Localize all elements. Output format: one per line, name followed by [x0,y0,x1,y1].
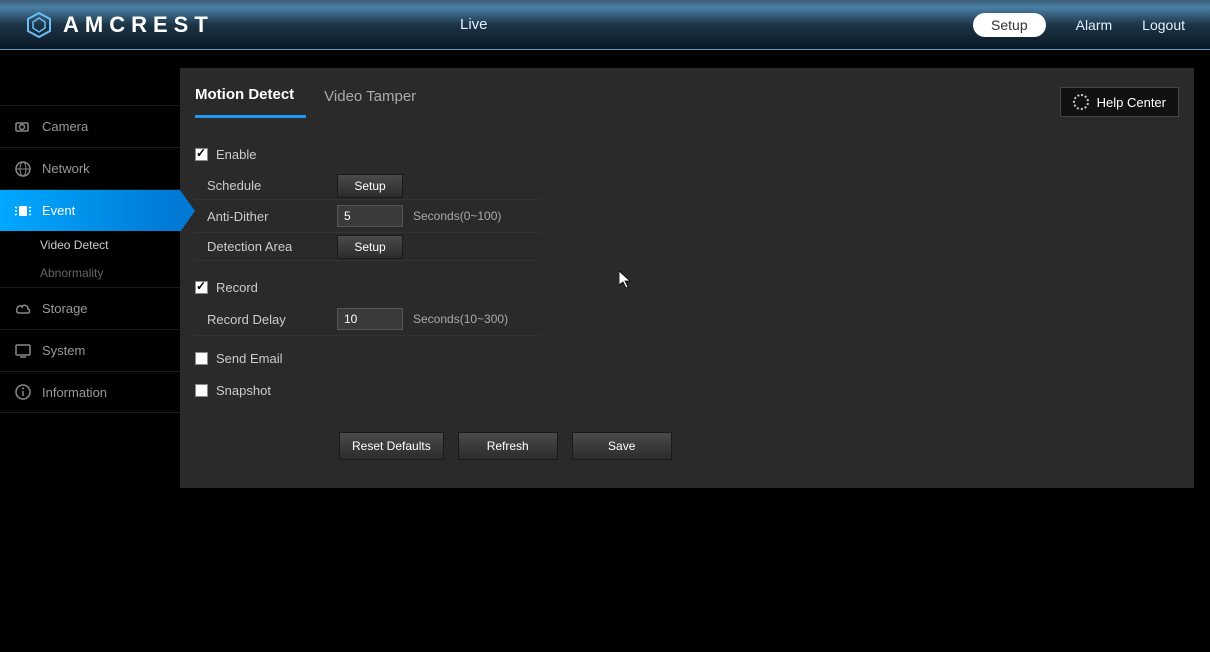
camera-icon [14,118,32,136]
row-anti-dither: Anti-Dither Seconds(0~100) [195,202,1179,230]
anti-dither-hint: Seconds(0~100) [413,209,501,223]
sidebar-item-storage[interactable]: Storage [0,287,180,329]
sidebar-sub-abnormality[interactable]: Abnormality [0,259,180,287]
nav-right: Setup Alarm Logout [973,13,1185,37]
nav-alarm[interactable]: Alarm [1076,17,1113,33]
row-schedule: Schedule Setup [195,172,540,200]
record-label: Record [216,280,258,295]
help-center-button[interactable]: Help Center [1060,87,1179,117]
sidebar-sub-video-detect[interactable]: Video Detect [0,231,180,259]
sidebar-item-label: Network [42,161,90,176]
schedule-setup-button[interactable]: Setup [337,174,403,198]
nav-setup[interactable]: Setup [973,13,1046,37]
send-email-label: Send Email [216,351,282,366]
row-record-delay: Record Delay Seconds(10~300) [195,305,1179,333]
sidebar-item-system[interactable]: System [0,329,180,371]
tab-video-tamper[interactable]: Video Tamper [324,88,428,117]
header: AMCREST Live Setup Alarm Logout [0,0,1210,50]
reset-defaults-button[interactable]: Reset Defaults [339,432,444,460]
snapshot-checkbox[interactable] [195,384,208,397]
sidebar-item-network[interactable]: Network [0,147,180,189]
record-delay-label: Record Delay [207,312,337,327]
sidebar-item-label: Information [42,385,107,400]
sidebar-item-label: Storage [42,301,88,316]
alert-icon [14,202,32,220]
row-record: Record [195,273,1179,301]
brand-text: AMCREST [63,12,214,38]
anti-dither-label: Anti-Dither [207,209,337,224]
help-center-label: Help Center [1097,95,1166,110]
logo-icon [25,11,53,39]
globe-icon [14,160,32,178]
sidebar-item-event[interactable]: Event [0,189,180,231]
detection-area-setup-button[interactable]: Setup [337,235,403,259]
anti-dither-input[interactable] [337,205,403,227]
info-icon [14,383,32,401]
monitor-icon [14,342,32,360]
tabs: Motion Detect Video Tamper Help Center [180,68,1194,118]
sidebar-item-label: Event [42,203,75,218]
sidebar-item-label: Camera [42,119,88,134]
enable-checkbox[interactable] [195,148,208,161]
row-enable: Enable [195,140,1179,168]
record-checkbox[interactable] [195,281,208,294]
sidebar-item-label: System [42,343,85,358]
row-snapshot: Snapshot [195,376,1179,404]
record-delay-hint: Seconds(10~300) [413,312,508,326]
content-panel: Motion Detect Video Tamper Help Center E… [180,68,1194,488]
nav-logout[interactable]: Logout [1142,17,1185,33]
record-delay-input[interactable] [337,308,403,330]
sidebar-item-camera[interactable]: Camera [0,105,180,147]
send-email-checkbox[interactable] [195,352,208,365]
sidebar-item-information[interactable]: Information [0,371,180,413]
schedule-label: Schedule [207,178,337,193]
row-send-email: Send Email [195,344,1179,372]
tab-motion-detect[interactable]: Motion Detect [195,86,306,118]
snapshot-label: Snapshot [216,383,271,398]
enable-label: Enable [216,147,256,162]
help-icon [1073,94,1089,110]
logo: AMCREST [25,11,214,39]
save-button[interactable]: Save [572,432,672,460]
cloud-icon [14,300,32,318]
refresh-button[interactable]: Refresh [458,432,558,460]
form: Enable Schedule Setup Anti-Dither Second… [180,118,1194,478]
sidebar: Camera Network Event Video Detect Abnorm… [0,50,180,488]
nav-live[interactable]: Live [460,16,488,33]
action-buttons: Reset Defaults Refresh Save [339,432,1179,460]
detection-area-label: Detection Area [207,239,337,254]
row-detection-area: Detection Area Setup [195,233,540,261]
